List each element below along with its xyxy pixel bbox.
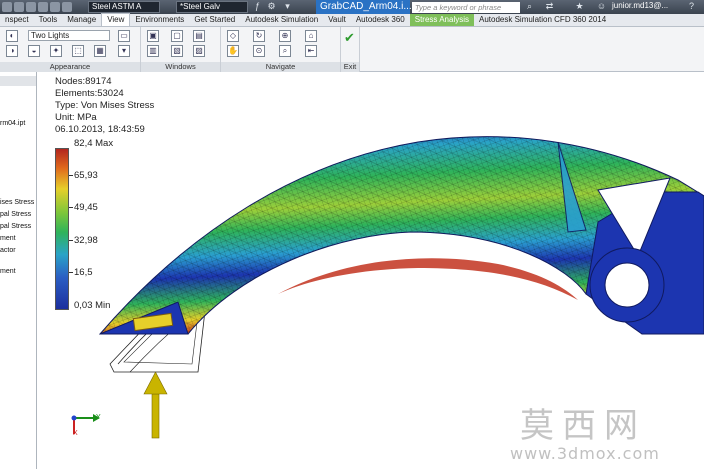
browser-item-strain[interactable]: ment: [0, 268, 16, 275]
settings-icon[interactable]: ⚙: [266, 1, 277, 12]
appearance-panel: ◐ Two Lights ▭ ◑ ◒ ✦ ⬚ ▦ ▾ Appearance: [0, 27, 141, 72]
browser-item-displacement[interactable]: ment: [0, 235, 16, 242]
appearance-panel-label[interactable]: Appearance: [0, 62, 140, 72]
previous-view-icon[interactable]: ⇤: [305, 45, 317, 57]
tab-view[interactable]: View: [101, 13, 131, 26]
user-name[interactable]: junior.md13@...: [612, 1, 668, 10]
model-browser: rm04.ipt ises Stress pal Stress pal Stre…: [0, 72, 37, 469]
zoom-all-icon[interactable]: ⊕: [279, 30, 291, 42]
axis-y-label: Y: [96, 414, 101, 421]
browser-header: [0, 76, 36, 86]
shadows-icon[interactable]: ◑: [6, 45, 18, 57]
result-unit: Unit: MPa: [55, 112, 97, 123]
results-info: Nodes:89174 Elements:53024 Type: Von Mis…: [55, 76, 154, 136]
user-interface-icon[interactable]: ▣: [147, 30, 159, 42]
tile-icon[interactable]: ▥: [147, 45, 159, 57]
tab-vault[interactable]: Vault: [323, 14, 351, 26]
star-icon[interactable]: ★: [574, 1, 585, 12]
user-icon[interactable]: ☺: [596, 1, 607, 12]
windows-panel-label[interactable]: Windows: [141, 62, 220, 72]
perspective-icon[interactable]: ⬚: [72, 45, 84, 57]
zoom-icon[interactable]: ⌕: [279, 45, 291, 57]
legend-value-16-5: 16,5: [74, 267, 93, 278]
axis-x-label: X: [73, 430, 78, 437]
cascade-icon[interactable]: ▧: [171, 45, 183, 57]
tab-environments[interactable]: Environments: [130, 14, 189, 26]
legend-tick: [69, 207, 73, 208]
tab-simulation-cfd[interactable]: Autodesk Simulation CFD 360 2014: [474, 14, 611, 26]
watermark-chinese: 莫西网: [520, 406, 646, 446]
document-tab[interactable]: GrabCAD_Arm04.i...: [316, 0, 412, 14]
tab-inspect[interactable]: nspect: [0, 14, 34, 26]
windows-panel: ▣ ▢ ▤ ▥ ▧ ▨ Windows: [141, 27, 221, 72]
graphics-viewport[interactable]: Nodes:89174 Elements:53024 Type: Von Mis…: [38, 72, 704, 469]
visual-style-icon[interactable]: ◐: [6, 30, 18, 42]
orbit-icon[interactable]: ↻: [253, 30, 265, 42]
legend-tick: [69, 175, 73, 176]
load-arrow[interactable]: [143, 371, 168, 439]
result-type: Type: Von Mises Stress: [55, 100, 155, 111]
browser-item-1st-principal[interactable]: pal Stress: [0, 211, 31, 218]
undo-icon[interactable]: [38, 2, 48, 12]
elements-count: Elements:53024: [55, 88, 124, 99]
nodes-count: Nodes:89174: [55, 76, 112, 87]
home-view-icon[interactable]: ⌂: [305, 30, 317, 42]
tab-tools[interactable]: Tools: [34, 14, 63, 26]
look-at-icon[interactable]: ⊙: [253, 45, 265, 57]
dropdown-icon[interactable]: ▾: [282, 1, 293, 12]
ray-trace-icon[interactable]: ✦: [50, 45, 62, 57]
ribbon: ◐ Two Lights ▭ ◑ ◒ ✦ ⬚ ▦ ▾ Appearance ▣ …: [0, 27, 704, 72]
lighting-combo[interactable]: Two Lights: [28, 30, 110, 41]
check-icon[interactable]: ✔: [344, 31, 357, 44]
exit-panel-label[interactable]: Exit: [341, 62, 359, 72]
legend-tick: [69, 272, 73, 273]
home-icon[interactable]: [62, 2, 72, 12]
appearance-combo[interactable]: *Steel Galv: [176, 1, 248, 13]
search-input[interactable]: Type a keyword or phrase: [412, 2, 520, 13]
new-window-icon[interactable]: ▨: [193, 45, 205, 57]
view-cube-icon[interactable]: ◇: [227, 30, 239, 42]
color-legend-bar: [55, 148, 69, 310]
clean-screen-icon[interactable]: ▢: [171, 30, 183, 42]
navigate-panel: ◇ ↻ ⊕ ⌂ ✋ ⊙ ⌕ ⇤ Navigate: [221, 27, 341, 72]
binoculars-icon[interactable]: ⌕: [524, 1, 535, 12]
fx-icon[interactable]: ƒ: [252, 1, 263, 12]
legend-max: 82,4 Max: [74, 138, 114, 149]
result-timestamp: 06.10.2013, 18:43:59: [55, 124, 145, 135]
save-icon[interactable]: [26, 2, 36, 12]
open-icon[interactable]: [14, 2, 24, 12]
pan-icon[interactable]: ✋: [227, 45, 239, 57]
reflections-icon[interactable]: ◒: [28, 45, 40, 57]
tab-get-started[interactable]: Get Started: [189, 14, 240, 26]
switch-window-icon[interactable]: ▤: [193, 30, 205, 42]
title-bar: Steel ASTM A *Steel Galv ƒ ⚙ ▾ GrabCAD_A…: [0, 0, 704, 14]
browser-item-safety-factor[interactable]: actor: [0, 247, 16, 254]
tab-autodesk-simulation[interactable]: Autodesk Simulation: [240, 14, 323, 26]
watermark-url: www.3dmox.com: [510, 444, 660, 463]
quick-access-toolbar: [2, 1, 74, 13]
legend-value-32-98: 32,98: [74, 235, 98, 246]
browser-item-part[interactable]: rm04.ipt: [0, 120, 25, 127]
legend-tick: [69, 240, 73, 241]
tab-stress-analysis[interactable]: Stress Analysis: [409, 14, 474, 26]
help-icon[interactable]: ?: [686, 1, 697, 12]
legend-value-65-93: 65,93: [74, 170, 98, 181]
exchange-icon[interactable]: ⇄: [544, 1, 555, 12]
navigate-panel-label[interactable]: Navigate: [221, 62, 340, 72]
redo-icon[interactable]: [50, 2, 60, 12]
browser-item-3rd-principal[interactable]: pal Stress: [0, 223, 31, 230]
new-icon[interactable]: [2, 2, 12, 12]
exit-panel: ✔ Exit: [341, 27, 360, 72]
browser-item-von-mises[interactable]: ises Stress: [0, 199, 34, 206]
tab-autodesk-360[interactable]: Autodesk 360: [351, 14, 410, 26]
material-combo[interactable]: Steel ASTM A: [88, 1, 160, 13]
ground-plane-icon[interactable]: ▭: [118, 30, 130, 42]
legend-value-49-45: 49,45: [74, 202, 98, 213]
legend-min: 0,03 Min: [74, 300, 111, 311]
tab-manage[interactable]: Manage: [62, 14, 101, 26]
ribbon-tabs: nspect Tools Manage View Environments Ge…: [0, 13, 704, 27]
texture-icon[interactable]: ▦: [94, 45, 106, 57]
appearance-menu-icon[interactable]: ▾: [118, 45, 130, 57]
